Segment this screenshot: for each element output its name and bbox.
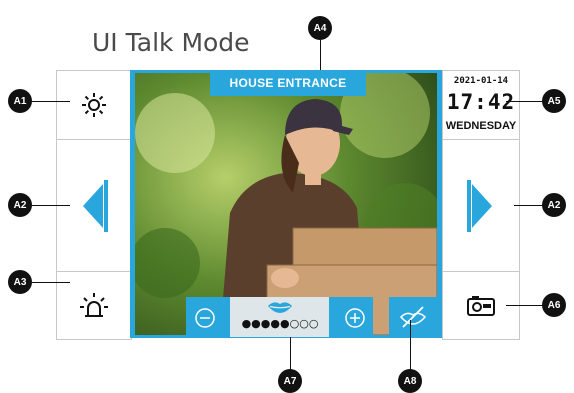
callout-line bbox=[506, 101, 544, 102]
brightness-icon bbox=[82, 93, 106, 117]
callout-line bbox=[320, 40, 321, 70]
callout-a2-right: A2 bbox=[542, 193, 566, 217]
callout-a5: A5 bbox=[542, 89, 566, 113]
callout-line bbox=[514, 205, 544, 206]
callout-a2-left: A2 bbox=[8, 193, 32, 217]
next-camera-button[interactable] bbox=[443, 140, 519, 271]
time-display: 17:42 bbox=[446, 90, 516, 114]
callout-line bbox=[32, 205, 70, 206]
camera-icon bbox=[467, 295, 495, 316]
volume-down-button[interactable] bbox=[190, 304, 220, 332]
brightness-button[interactable] bbox=[57, 71, 131, 139]
volume-up-button[interactable] bbox=[340, 304, 370, 332]
callout-a8: A8 bbox=[398, 369, 422, 393]
camera-feed bbox=[135, 73, 437, 335]
chevron-right-icon bbox=[467, 179, 492, 232]
callout-line bbox=[410, 320, 411, 373]
date-display: 2021-01-14 bbox=[453, 76, 509, 86]
chevron-left-icon bbox=[83, 179, 108, 232]
mute-button[interactable] bbox=[389, 297, 437, 337]
callout-line bbox=[506, 305, 544, 306]
volume-dot-filled: ● bbox=[260, 317, 271, 330]
minus-circle-icon bbox=[195, 308, 215, 328]
volume-dot-filled: ● bbox=[241, 317, 252, 330]
lips-icon bbox=[265, 300, 295, 316]
volume-dot-filled: ● bbox=[270, 317, 280, 330]
callout-a6: A6 bbox=[542, 293, 566, 317]
callout-a7: A7 bbox=[278, 369, 302, 393]
callout-line bbox=[32, 282, 70, 283]
volume-dot-empty: ○ bbox=[289, 317, 300, 330]
camera-feed-image bbox=[135, 73, 437, 335]
callout-line bbox=[290, 337, 291, 373]
volume-dot-filled: ● bbox=[251, 317, 261, 330]
plus-circle-icon bbox=[345, 308, 365, 328]
mute-icon bbox=[399, 306, 427, 328]
volume-level-indicator: ●●●●●○○○ bbox=[232, 318, 328, 330]
callout-a3: A3 bbox=[8, 270, 32, 294]
volume-dot-filled: ● bbox=[280, 317, 290, 330]
volume-dot-empty: ○ bbox=[308, 317, 319, 330]
callout-a1: A1 bbox=[8, 89, 32, 113]
callout-line bbox=[32, 101, 70, 102]
weekday-display: WEDNESDAY bbox=[445, 120, 517, 132]
callout-a4: A4 bbox=[308, 16, 332, 40]
volume-dot-empty: ○ bbox=[299, 317, 309, 330]
page-title: UI Talk Mode bbox=[92, 28, 250, 57]
alarm-light-icon bbox=[80, 292, 108, 317]
camera-name-banner: HOUSE ENTRANCE bbox=[210, 70, 366, 96]
